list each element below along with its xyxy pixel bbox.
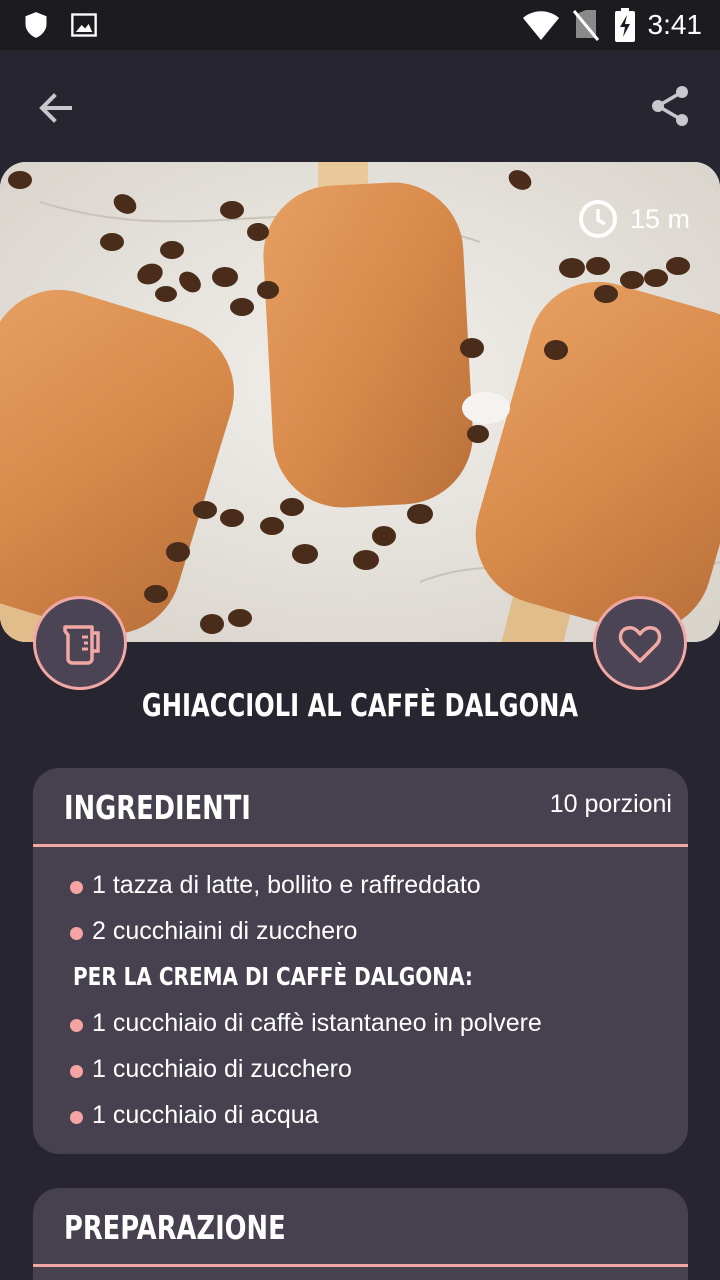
back-button[interactable]: [32, 84, 80, 132]
preparation-card: PREPARAZIONE: [33, 1188, 688, 1280]
bullet-icon: [70, 881, 83, 894]
ingredients-card: INGREDIENTI 10 porzioni 1 tazza di latte…: [33, 768, 688, 1154]
status-bar: 3:41: [0, 0, 720, 50]
header-divider: [33, 844, 688, 847]
list-item: 1 cucchiaio di zucchero: [33, 1050, 688, 1096]
measuring-cup-icon: [63, 625, 100, 665]
bullet-icon: [70, 927, 83, 940]
servings-count: 10 porzioni: [549, 790, 672, 818]
heart-icon: [618, 626, 662, 663]
wifi-icon: [523, 11, 559, 40]
header-divider: [33, 1264, 688, 1267]
preparation-header: PREPARAZIONE: [33, 1188, 688, 1267]
favorite-button[interactable]: [593, 596, 687, 690]
section-heading: PER LA CREMA DI CAFFÈ DALGONA:: [73, 962, 473, 991]
ingredient-text: 1 cucchiaio di zucchero: [92, 1055, 352, 1083]
ingredient-text: 1 cucchiaio di caffè istantaneo in polve…: [92, 1009, 542, 1037]
bullet-icon: [70, 1111, 83, 1124]
app-bar: [0, 50, 720, 160]
image-icon: [71, 13, 97, 37]
share-button[interactable]: [646, 82, 694, 130]
measure-button[interactable]: [33, 596, 127, 690]
arrow-back-icon: [39, 93, 72, 123]
battery-charging-icon: [615, 8, 635, 42]
ingredient-text: 1 cucchiaio di acqua: [92, 1101, 319, 1129]
list-item: 1 tazza di latte, bollito e raffreddato: [33, 866, 688, 912]
ingredient-section: PER LA CREMA DI CAFFÈ DALGONA:: [33, 958, 688, 1004]
status-time: 3:41: [647, 9, 703, 40]
ingredients-title: INGREDIENTI: [64, 788, 251, 827]
shield-icon: [25, 12, 47, 38]
ingredient-text: 2 cucchiaini di zucchero: [92, 917, 358, 945]
list-item: 2 cucchiaini di zucchero: [33, 912, 688, 958]
list-item: 1 cucchiaio di acqua: [33, 1096, 688, 1142]
ingredients-header: INGREDIENTI 10 porzioni: [33, 768, 688, 847]
cooking-time-badge: 15 m: [578, 196, 690, 242]
ingredient-text: 1 tazza di latte, bollito e raffreddato: [92, 871, 481, 899]
bullet-icon: [70, 1019, 83, 1032]
preparation-title: PREPARAZIONE: [64, 1208, 286, 1247]
ingredients-list: 1 tazza di latte, bollito e raffreddato …: [33, 866, 688, 1142]
recipe-title: GHIACCIOLI AL CAFFÈ DALGONA: [141, 688, 579, 724]
bullet-icon: [70, 1065, 83, 1078]
cooking-time-text: 15 m: [629, 203, 690, 234]
share-icon: [652, 86, 688, 126]
list-item: 1 cucchiaio di caffè istantaneo in polve…: [33, 1004, 688, 1050]
no-sim-icon: [572, 10, 600, 41]
clock-icon: [578, 200, 617, 238]
